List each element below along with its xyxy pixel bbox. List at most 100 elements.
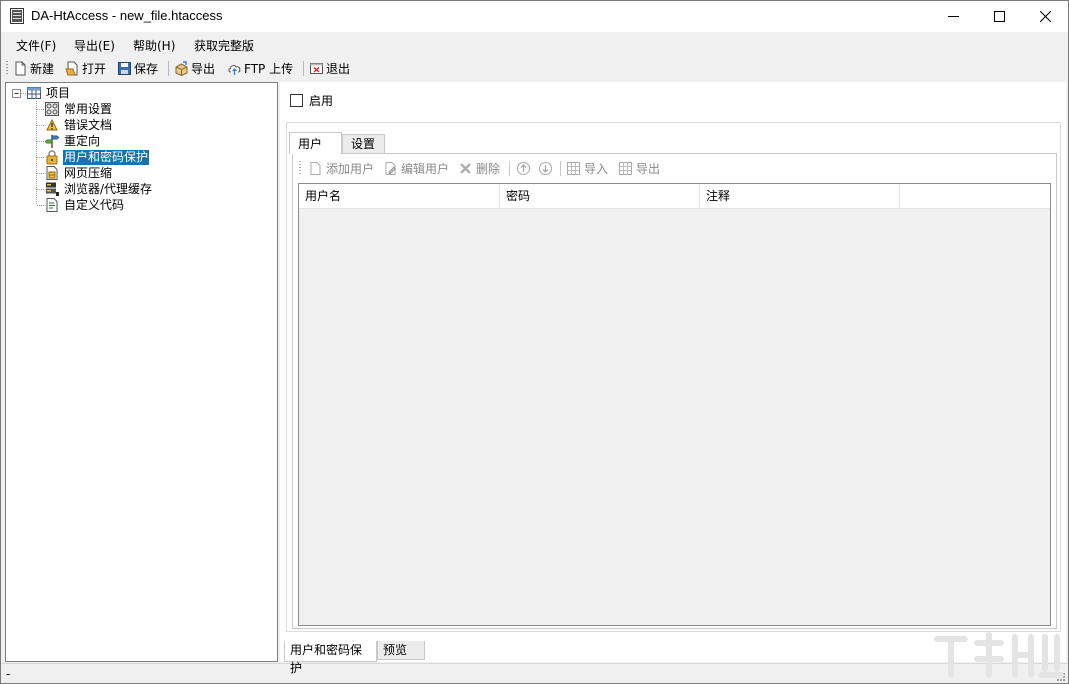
- tree-item-user-password[interactable]: 用户和密码保护: [44, 149, 149, 165]
- tree-root-project[interactable]: 项目: [26, 85, 71, 101]
- tree-item-label: 自定义代码: [63, 198, 125, 213]
- ftp-upload-label: FTP 上传: [244, 60, 293, 77]
- sub-toolbar-separator: [560, 161, 561, 176]
- tree-item-label: 网页压缩: [63, 166, 113, 181]
- delete-x-icon: [458, 161, 473, 176]
- tab-users-label: 用户: [298, 137, 322, 151]
- edit-doc-icon: [383, 161, 398, 176]
- export-button[interactable]: 导出: [174, 59, 215, 78]
- edit-user-label: 编辑用户: [401, 160, 449, 177]
- add-user-label: 添加用户: [326, 160, 374, 177]
- enable-label: 启用: [309, 92, 333, 109]
- new-label: 新建: [30, 60, 54, 77]
- export-label: 导出: [191, 60, 215, 77]
- tree-item-label: 常用设置: [63, 102, 113, 117]
- open-label: 打开: [82, 60, 106, 77]
- tree-item-custom-code[interactable]: 自定义代码: [44, 197, 125, 213]
- tree-item-browser-cache[interactable]: 浏览器/代理缓存: [44, 181, 153, 197]
- app-window: DA-HtAccess - new_file.htaccess 文件(F) 导出…: [0, 0, 1069, 684]
- watermark-logo: [931, 629, 1066, 681]
- maximize-button[interactable]: [976, 1, 1022, 32]
- close-icon: [1040, 11, 1051, 22]
- menu-export[interactable]: 导出(E): [74, 37, 115, 54]
- minimize-button[interactable]: [930, 1, 976, 32]
- import-button[interactable]: 导入: [566, 160, 608, 176]
- project-tree[interactable]: 项目 常用设置 错误文档: [5, 82, 278, 662]
- tree-item-redirect[interactable]: 重定向: [44, 133, 101, 149]
- tree-item-error-docs[interactable]: 错误文档: [44, 117, 113, 133]
- enable-checkbox-row[interactable]: 启用: [290, 92, 333, 109]
- new-file-icon: [13, 61, 28, 76]
- menu-get-full-version[interactable]: 获取完整版: [194, 37, 254, 54]
- export-table-icon: [618, 161, 633, 176]
- exit-button[interactable]: 退出: [309, 59, 350, 78]
- users-tab-content: 添加用户 编辑用户 删除: [292, 153, 1057, 629]
- toolbar-grip[interactable]: [6, 61, 8, 76]
- settings-grid-icon: [44, 101, 60, 117]
- delete-label: 删除: [476, 160, 500, 177]
- minimize-icon: [948, 11, 959, 22]
- open-file-icon: [65, 61, 80, 76]
- tree-item-label: 重定向: [63, 134, 101, 149]
- cache-icon: [44, 181, 60, 197]
- export-box-icon: [174, 61, 189, 76]
- column-header-username[interactable]: 用户名: [299, 184, 500, 209]
- menu-file[interactable]: 文件(F): [16, 37, 56, 54]
- cloud-upload-icon: [227, 61, 242, 76]
- edit-user-button[interactable]: 编辑用户: [383, 160, 449, 176]
- arrow-down-circle-icon: [538, 161, 553, 176]
- delete-button[interactable]: 删除: [458, 160, 500, 176]
- move-down-button[interactable]: [538, 160, 556, 176]
- tab-user-password-protection[interactable]: 用户和密码保护: [284, 641, 377, 662]
- title-bar: DA-HtAccess - new_file.htaccess: [1, 1, 1068, 32]
- users-grid[interactable]: 用户名 密码 注释: [298, 183, 1051, 626]
- user-actions-toolbar: 添加用户 编辑用户 删除: [293, 154, 1056, 182]
- export-table-label: 导出: [636, 160, 660, 177]
- new-button[interactable]: 新建: [13, 59, 54, 78]
- compress-page-icon: [44, 165, 60, 181]
- export-table-button[interactable]: 导出: [618, 160, 660, 176]
- main-toolbar: 新建 打开 保存 导出: [1, 56, 1068, 81]
- bottom-tab-label: 预览: [383, 643, 407, 657]
- menu-help[interactable]: 帮助(H): [133, 37, 175, 54]
- tab-preview[interactable]: 预览: [377, 641, 425, 660]
- toolbar-separator: [303, 61, 304, 76]
- arrow-up-circle-icon: [516, 161, 531, 176]
- add-user-button[interactable]: 添加用户: [308, 160, 374, 176]
- toolbar-separator: [168, 61, 169, 76]
- ftp-upload-button[interactable]: FTP 上传: [227, 59, 293, 78]
- tab-users[interactable]: 用户: [289, 132, 342, 154]
- project-table-icon: [26, 85, 42, 101]
- column-header-comment[interactable]: 注释: [700, 184, 900, 209]
- status-text: -: [6, 667, 10, 681]
- tab-settings[interactable]: 设置: [342, 134, 385, 154]
- enable-checkbox[interactable]: [290, 94, 303, 107]
- tree-item-label: 用户和密码保护: [63, 150, 149, 165]
- grid-header: 用户名 密码 注释: [299, 184, 1050, 209]
- app-icon: [10, 8, 24, 24]
- tree-root-label: 项目: [45, 86, 71, 101]
- exit-icon: [309, 61, 324, 76]
- close-button[interactable]: [1022, 1, 1068, 32]
- menu-bar: 文件(F) 导出(E) 帮助(H) 获取完整版: [1, 32, 1068, 56]
- window-title: DA-HtAccess - new_file.htaccess: [31, 8, 222, 23]
- content-pane: 启用 用户 设置 添加用户: [280, 82, 1066, 662]
- save-button[interactable]: 保存: [117, 59, 158, 78]
- import-table-icon: [566, 161, 581, 176]
- column-header-password[interactable]: 密码: [500, 184, 700, 209]
- exit-label: 退出: [326, 60, 350, 77]
- sub-toolbar-grip[interactable]: [299, 161, 301, 176]
- tree-item-compression[interactable]: 网页压缩: [44, 165, 113, 181]
- move-up-button[interactable]: [516, 160, 534, 176]
- signpost-icon: [44, 133, 60, 149]
- maximize-icon: [994, 11, 1005, 22]
- status-bar: -: [1, 663, 1068, 684]
- import-label: 导入: [584, 160, 608, 177]
- tree-item-general-settings[interactable]: 常用设置: [44, 101, 113, 117]
- save-label: 保存: [134, 60, 158, 77]
- tab-settings-label: 设置: [351, 137, 375, 151]
- open-button[interactable]: 打开: [65, 59, 106, 78]
- code-doc-icon: [44, 197, 60, 213]
- lock-icon: [44, 149, 60, 165]
- error-doc-icon: [44, 117, 60, 133]
